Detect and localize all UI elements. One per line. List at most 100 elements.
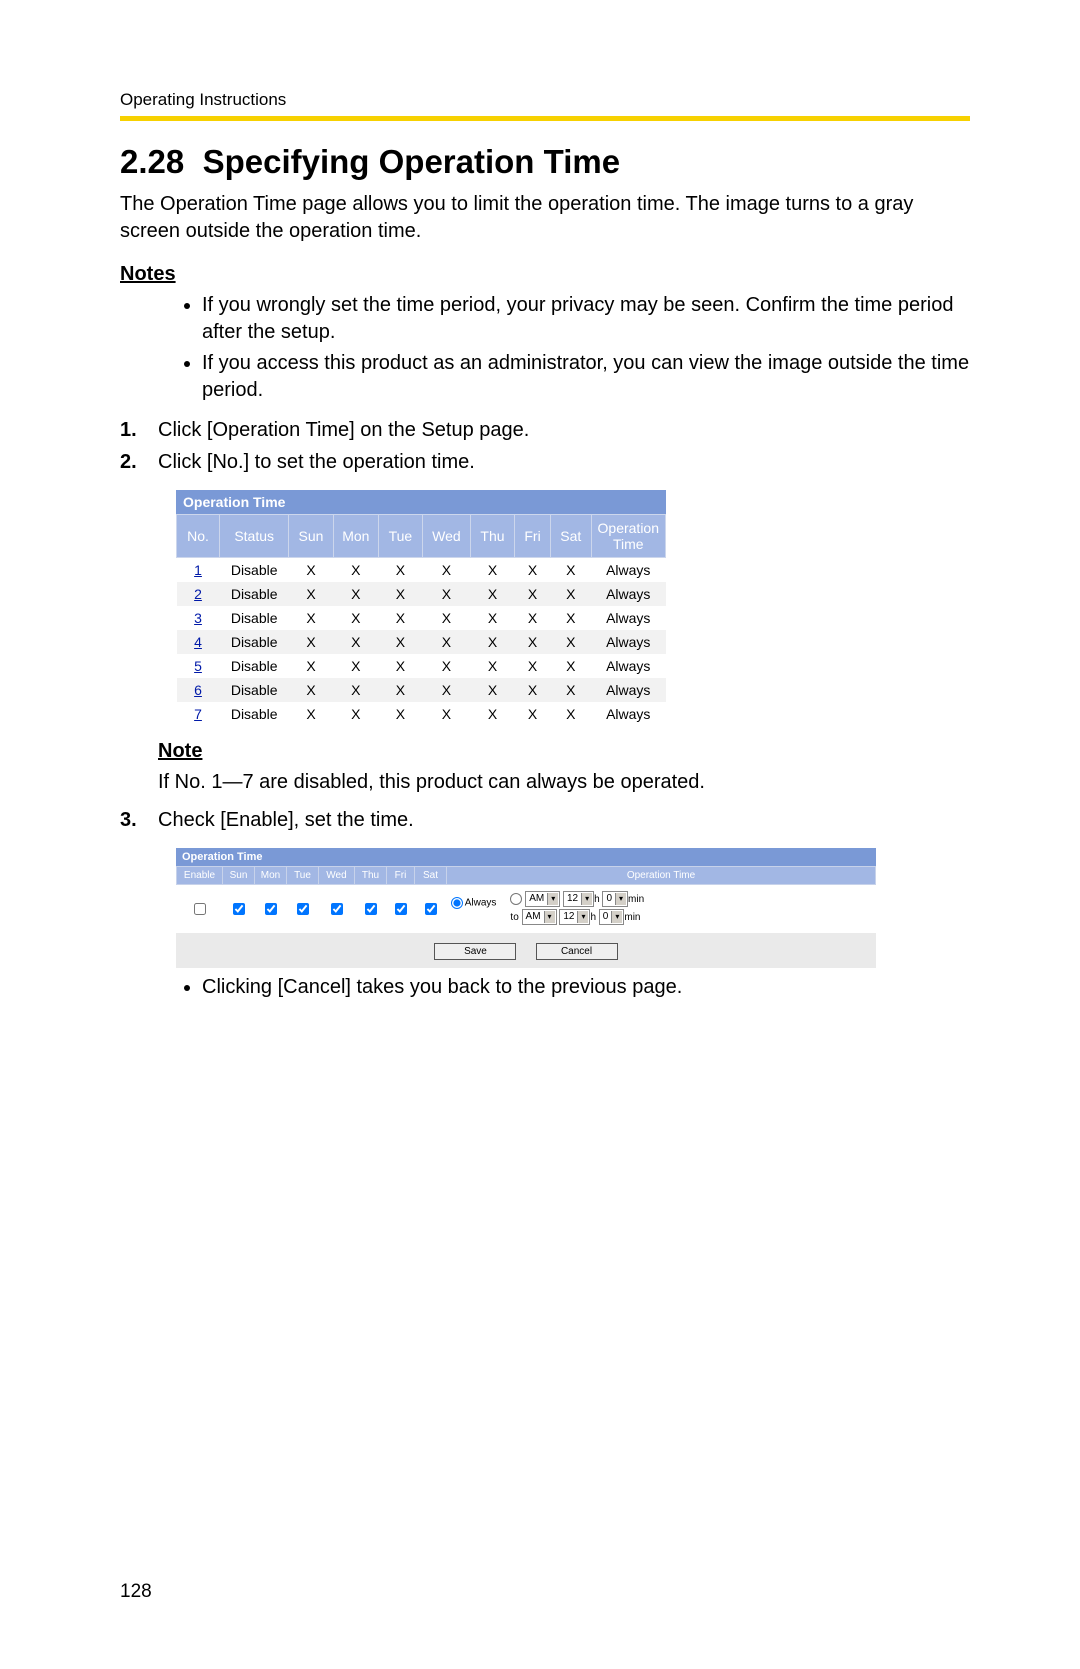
- to-ampm-select[interactable]: AM▾: [522, 909, 557, 925]
- row-tue: X: [379, 630, 423, 654]
- row-no-link[interactable]: 7: [194, 706, 202, 722]
- row-no-link[interactable]: 1: [194, 562, 202, 578]
- row-sat: X: [551, 606, 591, 630]
- col-thu: Thu: [355, 867, 387, 885]
- row-wed: X: [422, 630, 470, 654]
- row-no-link[interactable]: 6: [194, 682, 202, 698]
- row-tue: X: [379, 654, 423, 678]
- table-row: 1DisableXXXXXXXAlways: [177, 558, 666, 583]
- row-sun: X: [289, 630, 333, 654]
- section-number: 2.28: [120, 143, 184, 180]
- row-fri: X: [514, 606, 550, 630]
- to-label: to: [510, 912, 518, 923]
- mon-checkbox[interactable]: [265, 903, 277, 915]
- always-radio[interactable]: [451, 897, 463, 909]
- running-header: Operating Instructions: [120, 90, 970, 110]
- panel-title: Operation Time: [176, 490, 666, 514]
- row-no-link[interactable]: 4: [194, 634, 202, 650]
- h-label: h: [594, 894, 600, 905]
- row-operation-time: Always: [591, 678, 665, 702]
- row-no-link[interactable]: 3: [194, 610, 202, 626]
- row-status: Disable: [220, 702, 289, 726]
- row-thu: X: [470, 702, 514, 726]
- tue-checkbox[interactable]: [297, 903, 309, 915]
- row-mon: X: [333, 582, 378, 606]
- col-operation-time: Operation Time: [591, 515, 665, 558]
- col-sat: Sat: [415, 867, 447, 885]
- row-operation-time: Always: [591, 702, 665, 726]
- cancel-button[interactable]: Cancel: [536, 943, 618, 960]
- row-mon: X: [333, 702, 378, 726]
- table-row: 4DisableXXXXXXXAlways: [177, 630, 666, 654]
- row-operation-time: Always: [591, 582, 665, 606]
- operation-time-panel: Operation Time No. Status Sun Mon Tue We…: [176, 490, 666, 726]
- row-operation-time: Always: [591, 654, 665, 678]
- col-thu: Thu: [470, 515, 514, 558]
- to-min-select[interactable]: 0▾: [599, 909, 625, 925]
- timerange-radio[interactable]: [510, 893, 522, 905]
- notes-heading: Notes: [120, 263, 970, 286]
- row-fri: X: [514, 558, 550, 583]
- always-label: Always: [465, 898, 497, 909]
- table-row: 2DisableXXXXXXXAlways: [177, 582, 666, 606]
- panel-title: Operation Time: [176, 848, 876, 866]
- row-tue: X: [379, 558, 423, 583]
- post-step-note-list: Clicking [Cancel] takes you back to the …: [120, 974, 970, 1001]
- row-wed: X: [422, 558, 470, 583]
- col-mon: Mon: [255, 867, 287, 885]
- row-sat: X: [551, 702, 591, 726]
- page-number: 128: [120, 1581, 152, 1603]
- row-tue: X: [379, 582, 423, 606]
- row-status: Disable: [220, 606, 289, 630]
- fri-checkbox[interactable]: [395, 903, 407, 915]
- col-fri: Fri: [387, 867, 415, 885]
- section-title-text: Specifying Operation Time: [203, 143, 620, 180]
- from-min-select[interactable]: 0▾: [602, 891, 628, 907]
- table-row: 7DisableXXXXXXXAlways: [177, 702, 666, 726]
- row-mon: X: [333, 678, 378, 702]
- row-tue: X: [379, 678, 423, 702]
- row-mon: X: [333, 558, 378, 583]
- row-sun: X: [289, 606, 333, 630]
- row-fri: X: [514, 654, 550, 678]
- row-wed: X: [422, 582, 470, 606]
- row-thu: X: [470, 606, 514, 630]
- col-sun: Sun: [289, 515, 333, 558]
- note-text: If No. 1—7 are disabled, this product ca…: [158, 769, 970, 796]
- row-sun: X: [289, 678, 333, 702]
- row-status: Disable: [220, 630, 289, 654]
- steps-list-cont: Check [Enable], set the time.: [120, 806, 970, 834]
- wed-checkbox[interactable]: [331, 903, 343, 915]
- row-mon: X: [333, 654, 378, 678]
- accent-bar: [120, 116, 970, 121]
- save-button[interactable]: Save: [434, 943, 516, 960]
- h-label: h: [590, 912, 596, 923]
- col-mon: Mon: [333, 515, 378, 558]
- from-ampm-select[interactable]: AM▾: [525, 891, 560, 907]
- setting-row: Always AM▾ 12▾h 0▾min to: [177, 885, 876, 934]
- thu-checkbox[interactable]: [365, 903, 377, 915]
- notes-list: If you wrongly set the time period, your…: [120, 292, 970, 404]
- row-fri: X: [514, 630, 550, 654]
- steps-list: Click [Operation Time] on the Setup page…: [120, 416, 970, 476]
- row-tue: X: [379, 702, 423, 726]
- to-hour-select[interactable]: 12▾: [559, 909, 590, 925]
- operation-time-table: No. Status Sun Mon Tue Wed Thu Fri Sat O…: [176, 514, 666, 726]
- from-hour-select[interactable]: 12▾: [563, 891, 594, 907]
- row-sun: X: [289, 582, 333, 606]
- enable-checkbox[interactable]: [194, 903, 206, 915]
- row-fri: X: [514, 702, 550, 726]
- col-tue: Tue: [287, 867, 319, 885]
- col-operation-time: Operation Time: [447, 867, 876, 885]
- operation-time-setting-panel: Operation Time Enable Sun Mon Tue Wed Th…: [176, 848, 876, 968]
- step-item: Click [Operation Time] on the Setup page…: [120, 416, 970, 444]
- row-no-link[interactable]: 2: [194, 586, 202, 602]
- col-wed: Wed: [319, 867, 355, 885]
- col-fri: Fri: [514, 515, 550, 558]
- row-mon: X: [333, 630, 378, 654]
- sat-checkbox[interactable]: [425, 903, 437, 915]
- row-status: Disable: [220, 558, 289, 583]
- row-sun: X: [289, 702, 333, 726]
- sun-checkbox[interactable]: [233, 903, 245, 915]
- row-no-link[interactable]: 5: [194, 658, 202, 674]
